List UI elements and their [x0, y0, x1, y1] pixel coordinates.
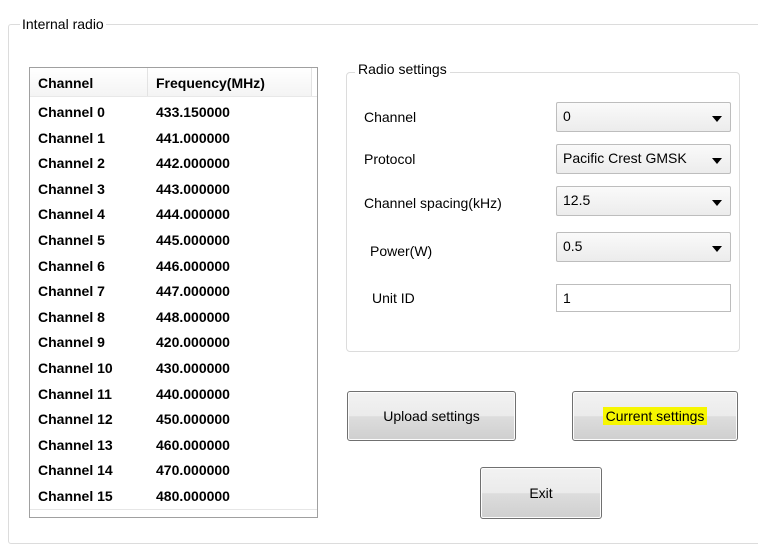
- table-row[interactable]: Channel 9 420.000000: [30, 330, 317, 356]
- channel-cell: Channel 0: [38, 104, 105, 120]
- table-row[interactable]: Channel 12 450.000000: [30, 407, 317, 433]
- channel-cell: Channel 4: [38, 206, 105, 223]
- table-body: Channel 0 433.150000 Channel 1 441.000000 Ch…: [30, 100, 317, 510]
- channel-spacing-select[interactable]: 12.5: [556, 186, 731, 216]
- frequency-cell: 430.000000: [156, 359, 230, 376]
- chevron-down-icon: [712, 158, 722, 164]
- frequency-cell: 441.000000: [156, 129, 230, 146]
- frequency-cell: 460.000000: [156, 436, 230, 453]
- frequency-cell: 450.000000: [156, 411, 230, 428]
- channel-cell: Channel 5: [38, 231, 105, 248]
- frequency-cell: 448.000000: [156, 308, 230, 325]
- exit-label: Exit: [529, 485, 553, 501]
- channel-cell: Channel 1: [38, 129, 105, 146]
- table-bottom-line: [30, 509, 317, 510]
- table-row[interactable]: Channel 10 430.000000: [30, 356, 317, 382]
- channel-cell: Channel 10: [38, 359, 113, 376]
- protocol-select[interactable]: Pacific Crest GMSK: [556, 144, 731, 174]
- channel-cell: Channel 12: [38, 411, 113, 428]
- channel-select[interactable]: 0: [556, 102, 731, 132]
- column-header-channel[interactable]: Channel: [30, 68, 148, 96]
- table-row[interactable]: Channel 4 444.000000: [30, 202, 317, 228]
- table-row[interactable]: Channel 14 470.000000: [30, 458, 317, 484]
- channel-cell: Channel 14: [38, 462, 113, 479]
- exit-button[interactable]: Exit: [480, 467, 602, 519]
- channel-spacing-select-value: 12.5: [563, 192, 591, 208]
- table-row[interactable]: Channel 1 441.000000: [30, 126, 317, 152]
- power-select-value: 0.5: [563, 238, 583, 254]
- frequency-cell: 443.000000: [156, 180, 230, 197]
- power-select[interactable]: 0.5: [556, 232, 731, 262]
- upload-settings-button[interactable]: Upload settings: [347, 391, 516, 441]
- frequency-cell: 433.150000: [156, 104, 230, 120]
- unit-id-input-value: 1: [563, 290, 571, 306]
- channel-cell: Channel 9: [38, 334, 105, 351]
- frequency-cell: 470.000000: [156, 462, 230, 479]
- frequency-cell: 447.000000: [156, 283, 230, 300]
- frequency-cell: 445.000000: [156, 231, 230, 248]
- table-row[interactable]: Channel 2 442.000000: [30, 151, 317, 177]
- column-header-frequency[interactable]: Frequency(MHz): [148, 68, 312, 96]
- protocol-label: Protocol: [364, 151, 416, 167]
- table-row[interactable]: Channel 8 448.000000: [30, 305, 317, 331]
- channel-label: Channel: [364, 109, 417, 125]
- frequency-cell: 440.000000: [156, 385, 230, 402]
- channel-table[interactable]: Channel Frequency(MHz) Channel 0 433.1500…: [29, 67, 318, 518]
- radio-settings-title: Radio settings: [355, 61, 450, 77]
- channel-cell: Channel 3: [38, 180, 105, 197]
- frequency-cell: 446.000000: [156, 257, 230, 274]
- channel-cell: Channel 15: [38, 487, 113, 504]
- channel-select-value: 0: [563, 108, 571, 124]
- internal-radio-title: Internal radio: [20, 16, 106, 32]
- power-label: Power(W): [370, 243, 433, 259]
- table-row[interactable]: Channel 5 445.000000: [30, 228, 317, 254]
- table-row[interactable]: Channel 7 447.000000: [30, 279, 317, 305]
- channel-cell: Channel 7: [38, 283, 105, 300]
- table-row[interactable]: Channel 15 480.000000: [30, 484, 317, 510]
- channel-cell: Channel 13: [38, 436, 113, 453]
- channel-spacing-label: Channel spacing(kHz): [364, 195, 502, 211]
- table-row[interactable]: Channel 6 446.000000: [30, 254, 317, 280]
- table-row[interactable]: Channel 13 460.000000: [30, 433, 317, 459]
- current-settings-label: Current settings: [602, 407, 708, 425]
- frequency-cell: 444.000000: [156, 206, 230, 223]
- table-row[interactable]: Channel 11 440.000000: [30, 382, 317, 408]
- frequency-cell: 420.000000: [156, 334, 230, 351]
- protocol-select-value: Pacific Crest GMSK: [563, 150, 687, 166]
- table-row[interactable]: Channel 3 443.000000: [30, 177, 317, 203]
- unit-id-label: Unit ID: [372, 290, 415, 306]
- chevron-down-icon: [712, 116, 722, 122]
- channel-cell: Channel 6: [38, 257, 105, 274]
- table-header: Channel Frequency(MHz): [30, 68, 317, 97]
- frequency-cell: 480.000000: [156, 487, 230, 504]
- chevron-down-icon: [712, 246, 722, 252]
- channel-cell: Channel 11: [38, 385, 112, 402]
- unit-id-input[interactable]: 1: [556, 284, 731, 312]
- chevron-down-icon: [712, 200, 722, 206]
- table-row[interactable]: Channel 0 433.150000: [30, 100, 317, 126]
- current-settings-button[interactable]: Current settings: [572, 391, 738, 441]
- upload-settings-label: Upload settings: [383, 408, 480, 424]
- channel-cell: Channel 2: [38, 155, 105, 172]
- frequency-cell: 442.000000: [156, 155, 230, 172]
- channel-cell: Channel 8: [38, 308, 105, 325]
